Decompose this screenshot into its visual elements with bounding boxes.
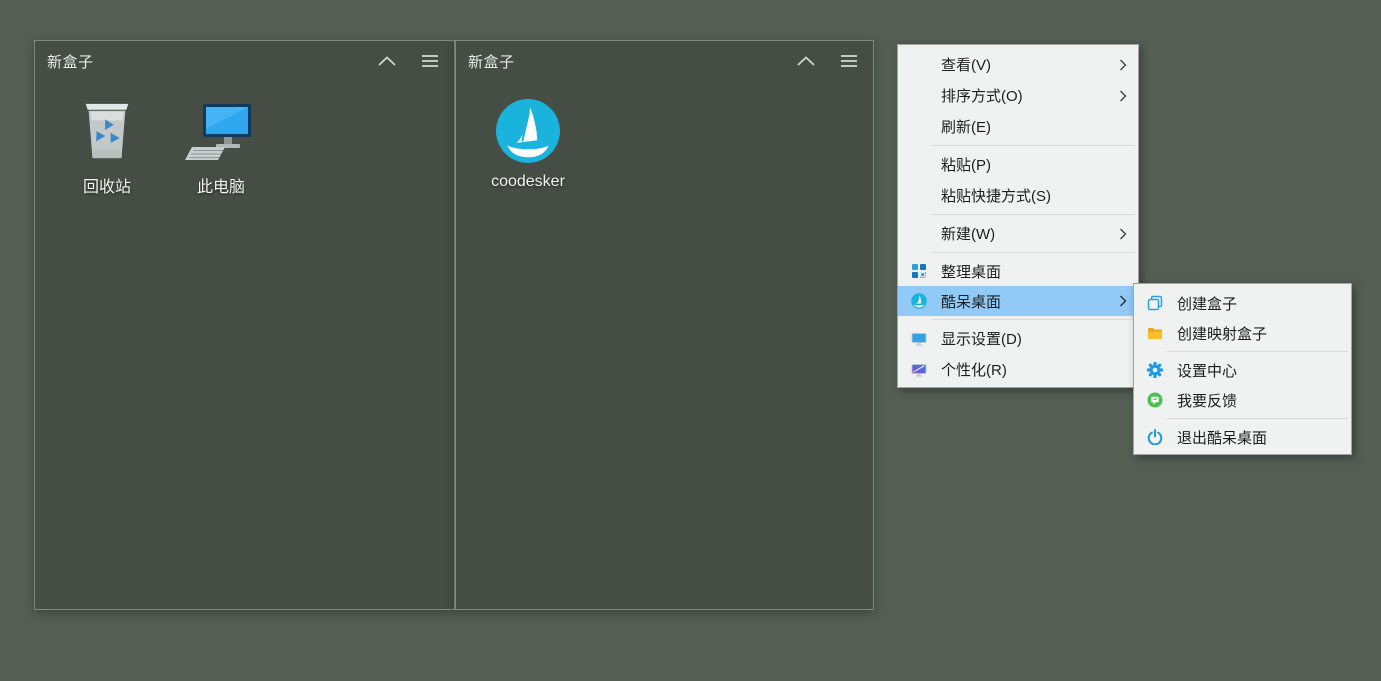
- menu-item-label: 查看(V): [941, 54, 991, 75]
- hamburger-icon[interactable]: [839, 54, 859, 68]
- menu-item-organize-desktop[interactable]: 整理桌面: [898, 256, 1138, 286]
- coodesker-icon: [911, 293, 927, 309]
- submenu-item-settings-center[interactable]: 设置中心: [1134, 355, 1351, 385]
- feedback-icon: [1147, 392, 1163, 408]
- menu-item-label: 粘贴快捷方式(S): [941, 185, 1051, 206]
- menu-item-label: 整理桌面: [941, 261, 1001, 282]
- desktop-item-label: 回收站: [83, 173, 131, 197]
- box-title: 新盒子: [47, 51, 94, 72]
- menu-separator: [931, 319, 1135, 320]
- desktop-background[interactable]: 新盒子: [0, 0, 1381, 681]
- settings-gear-icon: [1147, 362, 1163, 378]
- menu-item-label: 创建映射盒子: [1177, 323, 1267, 344]
- menu-item-refresh[interactable]: 刷新(E): [898, 111, 1138, 142]
- menu-item-label: 个性化(R): [941, 359, 1007, 380]
- menu-item-label: 排序方式(O): [941, 85, 1023, 106]
- coodesker-icon: [495, 95, 561, 167]
- menu-item-paste-shortcut[interactable]: 粘贴快捷方式(S): [898, 180, 1138, 211]
- desktop-item-label: 此电脑: [197, 173, 245, 197]
- menu-separator: [1167, 351, 1348, 352]
- menu-item-sort-by[interactable]: 排序方式(O): [898, 80, 1138, 111]
- menu-item-label: 显示设置(D): [941, 328, 1022, 349]
- display-settings-icon: [911, 331, 927, 347]
- menu-item-label: 新建(W): [941, 223, 995, 244]
- desktop-item-coodesker[interactable]: coodesker: [482, 95, 574, 191]
- menu-separator: [931, 252, 1135, 253]
- submenu-item-create-mapped-box[interactable]: 创建映射盒子: [1134, 318, 1351, 348]
- desktop-context-menu: 查看(V) 排序方式(O) 刷新(E) 粘贴(P) 粘贴快捷方式(S) 新建(W…: [897, 44, 1139, 388]
- chevron-up-icon[interactable]: [376, 54, 398, 68]
- power-icon: [1147, 429, 1163, 445]
- menu-separator: [931, 145, 1135, 146]
- chevron-up-icon[interactable]: [795, 54, 817, 68]
- menu-item-label: 粘贴(P): [941, 154, 991, 175]
- submenu-arrow-icon: [1119, 58, 1127, 71]
- menu-item-view[interactable]: 查看(V): [898, 49, 1138, 80]
- desktop-item-this-pc[interactable]: 此电脑: [175, 95, 267, 197]
- organize-desktop-icon: [911, 263, 927, 279]
- box-title: 新盒子: [468, 51, 515, 72]
- box-1-titlebar[interactable]: 新盒子: [35, 41, 454, 81]
- organizer-box-2: 新盒子: [455, 40, 874, 610]
- folder-icon: [1147, 325, 1163, 341]
- submenu-item-exit-coodesker[interactable]: 退出酷呆桌面: [1134, 422, 1351, 452]
- menu-item-label: 酷呆桌面: [941, 291, 1001, 312]
- desktop-item-label: coodesker: [491, 173, 565, 191]
- desktop-item-recycle-bin[interactable]: 回收站: [61, 95, 153, 197]
- menu-separator: [931, 214, 1135, 215]
- menu-item-label: 设置中心: [1177, 360, 1237, 381]
- personalize-icon: [911, 362, 927, 378]
- menu-item-display-settings[interactable]: 显示设置(D): [898, 323, 1138, 354]
- menu-item-label: 创建盒子: [1177, 293, 1237, 314]
- submenu-item-feedback[interactable]: 我要反馈: [1134, 385, 1351, 415]
- menu-separator: [1167, 418, 1348, 419]
- menu-item-paste[interactable]: 粘贴(P): [898, 149, 1138, 180]
- menu-item-label: 刷新(E): [941, 116, 991, 137]
- menu-item-personalize[interactable]: 个性化(R): [898, 354, 1138, 385]
- submenu-arrow-icon: [1119, 227, 1127, 240]
- coodesker-submenu: 创建盒子 创建映射盒子: [1133, 283, 1352, 455]
- recycle-bin-icon: [78, 95, 136, 167]
- submenu-item-create-box[interactable]: 创建盒子: [1134, 288, 1351, 318]
- create-box-icon: [1147, 295, 1163, 311]
- this-pc-icon: [185, 95, 257, 167]
- submenu-arrow-icon: [1119, 295, 1127, 308]
- hamburger-icon[interactable]: [420, 54, 440, 68]
- organizer-box-1: 新盒子: [34, 40, 455, 610]
- menu-item-label: 我要反馈: [1177, 390, 1237, 411]
- box-2-titlebar[interactable]: 新盒子: [456, 41, 873, 81]
- submenu-arrow-icon: [1119, 89, 1127, 102]
- menu-item-label: 退出酷呆桌面: [1177, 427, 1267, 448]
- menu-item-coodesker[interactable]: 酷呆桌面: [898, 286, 1138, 316]
- menu-item-new[interactable]: 新建(W): [898, 218, 1138, 249]
